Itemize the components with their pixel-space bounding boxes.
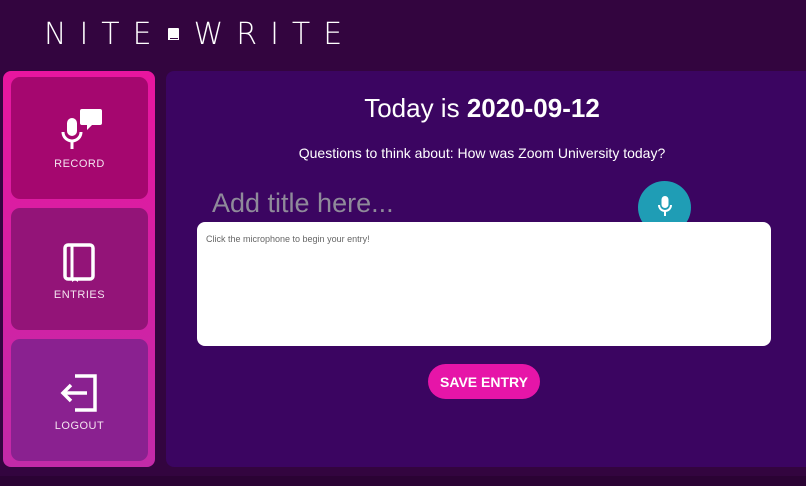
logo-text-write: WRITE [193, 16, 356, 52]
journal-panel: Today is 2020-09-12 Questions to think a… [166, 71, 806, 467]
sidebar-item-logout[interactable]: LOGOUT [11, 339, 148, 461]
prompt-question: Questions to think about: How was Zoom U… [298, 145, 666, 161]
sidebar-item-label: ENTRIES [53, 289, 106, 301]
notebook-icon [62, 237, 97, 283]
app-logo: NITE WRITE [44, 16, 356, 52]
logo-text-nite: NITE [44, 16, 165, 52]
footer-strip [0, 476, 806, 486]
page-title: Today is 2020-09-12 [166, 93, 798, 124]
sidebar-item-label: LOGOUT [54, 420, 105, 432]
sidebar-item-entries[interactable]: ENTRIES [11, 208, 148, 330]
entry-textarea[interactable] [197, 222, 771, 346]
logout-arrow-icon [59, 368, 101, 414]
title-input[interactable] [212, 184, 632, 222]
book-icon [167, 28, 179, 40]
current-date: 2020-09-12 [466, 93, 600, 123]
app-root: NITE WRITE RECORD ENTRIES LOGOUT Today i… [0, 0, 806, 486]
today-prefix: Today is [364, 93, 460, 123]
sidebar-item-record[interactable]: RECORD [11, 77, 148, 199]
sidebar-item-label: RECORD [54, 158, 105, 170]
sidebar: RECORD ENTRIES LOGOUT [3, 71, 155, 467]
microphone-speech-icon [57, 106, 103, 152]
microphone-icon [657, 195, 673, 220]
save-entry-button[interactable]: SAVE ENTRY [428, 364, 540, 399]
